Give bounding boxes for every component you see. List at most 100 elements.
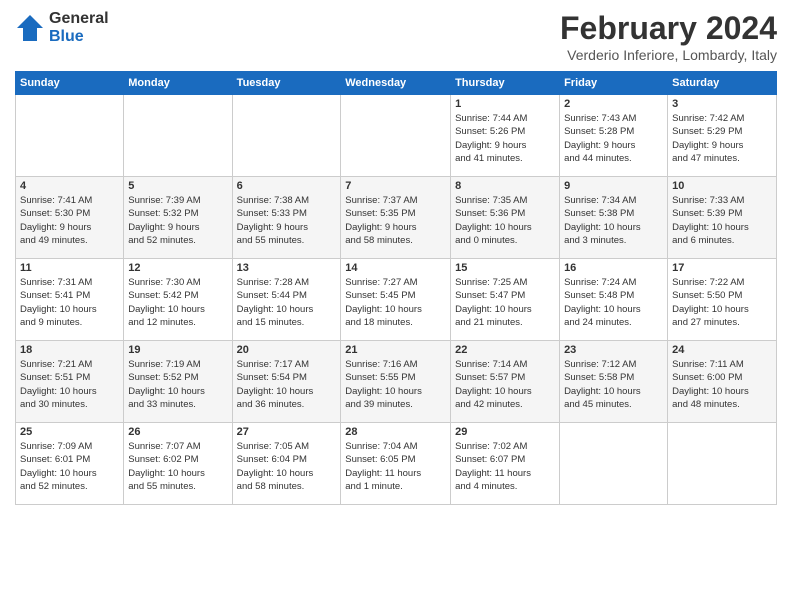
week-row-2: 11 Sunrise: 7:31 AMSunset: 5:41 PMDayligh… bbox=[16, 259, 777, 341]
day-cell: 12 Sunrise: 7:30 AMSunset: 5:42 PMDayligh… bbox=[124, 259, 232, 341]
day-info: Sunrise: 7:41 AMSunset: 5:30 PMDaylight:… bbox=[20, 194, 119, 247]
day-number: 23 bbox=[564, 344, 663, 356]
page: General Blue February 2024 Verderio Infe… bbox=[0, 0, 792, 612]
day-number: 15 bbox=[455, 262, 555, 274]
day-number: 20 bbox=[237, 344, 337, 356]
day-cell: 11 Sunrise: 7:31 AMSunset: 5:41 PMDayligh… bbox=[16, 259, 124, 341]
day-cell: 21Sunrise: 7:16 AMSunset: 5:55 PMDayligh… bbox=[341, 341, 451, 423]
day-info: Sunrise: 7:31 AMSunset: 5:41 PMDaylight:… bbox=[20, 276, 119, 329]
main-title: February 2024 bbox=[560, 10, 777, 47]
header-tuesday: Tuesday bbox=[232, 72, 341, 95]
day-number: 22 bbox=[455, 344, 555, 356]
day-number: 17 bbox=[672, 262, 772, 274]
day-number: 27 bbox=[237, 426, 337, 438]
day-info: Sunrise: 7:33 AMSunset: 5:39 PMDaylight:… bbox=[672, 194, 772, 247]
calendar-header: SundayMondayTuesdayWednesdayThursdayFrid… bbox=[16, 72, 777, 95]
day-number: 2 bbox=[564, 98, 663, 110]
day-info: Sunrise: 7:34 AMSunset: 5:38 PMDaylight:… bbox=[564, 194, 663, 247]
day-info: Sunrise: 7:42 AMSunset: 5:29 PMDaylight:… bbox=[672, 112, 772, 165]
day-number: 9 bbox=[564, 180, 663, 192]
day-info: Sunrise: 7:05 AMSunset: 6:04 PMDaylight:… bbox=[237, 440, 337, 493]
day-cell bbox=[341, 95, 451, 177]
week-row-4: 25Sunrise: 7:09 AMSunset: 6:01 PMDayligh… bbox=[16, 423, 777, 505]
day-info: Sunrise: 7:22 AMSunset: 5:50 PMDaylight:… bbox=[672, 276, 772, 329]
header-row: SundayMondayTuesdayWednesdayThursdayFrid… bbox=[16, 72, 777, 95]
header-thursday: Thursday bbox=[451, 72, 560, 95]
day-info: Sunrise: 7:37 AMSunset: 5:35 PMDaylight:… bbox=[345, 194, 446, 247]
day-cell: 24 Sunrise: 7:11 AMSunset: 6:00 PMDayligh… bbox=[668, 341, 777, 423]
day-info: Sunrise: 7:35 AMSunset: 5:36 PMDaylight:… bbox=[455, 194, 555, 247]
day-cell: 14Sunrise: 7:27 AMSunset: 5:45 PMDayligh… bbox=[341, 259, 451, 341]
day-cell: 7Sunrise: 7:37 AMSunset: 5:35 PMDaylight… bbox=[341, 177, 451, 259]
logo-general: General bbox=[49, 10, 109, 28]
day-cell: 28Sunrise: 7:04 AMSunset: 6:05 PMDayligh… bbox=[341, 423, 451, 505]
day-cell: 23 Sunrise: 7:12 AMSunset: 5:58 PMDayligh… bbox=[560, 341, 668, 423]
day-info: Sunrise: 7:30 AMSunset: 5:42 PMDaylight:… bbox=[128, 276, 227, 329]
day-cell: 27 Sunrise: 7:05 AMSunset: 6:04 PMDayligh… bbox=[232, 423, 341, 505]
day-info: Sunrise: 7:11 AMSunset: 6:00 PMDaylight:… bbox=[672, 358, 772, 411]
week-row-1: 4 Sunrise: 7:41 AMSunset: 5:30 PMDaylight… bbox=[16, 177, 777, 259]
day-cell bbox=[124, 95, 232, 177]
day-info: Sunrise: 7:19 AMSunset: 5:52 PMDaylight:… bbox=[128, 358, 227, 411]
week-row-3: 18 Sunrise: 7:21 AMSunset: 5:51 PMDayligh… bbox=[16, 341, 777, 423]
calendar-body: 1Sunrise: 7:44 AMSunset: 5:26 PMDaylight… bbox=[16, 95, 777, 505]
day-info: Sunrise: 7:28 AMSunset: 5:44 PMDaylight:… bbox=[237, 276, 337, 329]
day-cell: 13Sunrise: 7:28 AMSunset: 5:44 PMDayligh… bbox=[232, 259, 341, 341]
day-cell bbox=[560, 423, 668, 505]
logo: General Blue bbox=[15, 10, 109, 45]
header-sunday: Sunday bbox=[16, 72, 124, 95]
day-number: 26 bbox=[128, 426, 227, 438]
day-number: 5 bbox=[128, 180, 227, 192]
day-info: Sunrise: 7:14 AMSunset: 5:57 PMDaylight:… bbox=[455, 358, 555, 411]
header-saturday: Saturday bbox=[668, 72, 777, 95]
day-number: 18 bbox=[20, 344, 119, 356]
day-cell: 25Sunrise: 7:09 AMSunset: 6:01 PMDayligh… bbox=[16, 423, 124, 505]
header-friday: Friday bbox=[560, 72, 668, 95]
logo-blue: Blue bbox=[49, 28, 109, 46]
calendar-table: SundayMondayTuesdayWednesdayThursdayFrid… bbox=[15, 71, 777, 505]
day-info: Sunrise: 7:43 AMSunset: 5:28 PMDaylight:… bbox=[564, 112, 663, 165]
day-cell: 22 Sunrise: 7:14 AMSunset: 5:57 PMDayligh… bbox=[451, 341, 560, 423]
day-cell: 26 Sunrise: 7:07 AMSunset: 6:02 PMDayligh… bbox=[124, 423, 232, 505]
day-cell: 5Sunrise: 7:39 AMSunset: 5:32 PMDaylight… bbox=[124, 177, 232, 259]
day-cell: 15 Sunrise: 7:25 AMSunset: 5:47 PMDayligh… bbox=[451, 259, 560, 341]
day-cell: 2 Sunrise: 7:43 AMSunset: 5:28 PMDaylight… bbox=[560, 95, 668, 177]
day-cell: 3 Sunrise: 7:42 AMSunset: 5:29 PMDaylight… bbox=[668, 95, 777, 177]
day-cell: 10Sunrise: 7:33 AMSunset: 5:39 PMDayligh… bbox=[668, 177, 777, 259]
day-cell: 17 Sunrise: 7:22 AMSunset: 5:50 PMDayligh… bbox=[668, 259, 777, 341]
day-info: Sunrise: 7:21 AMSunset: 5:51 PMDaylight:… bbox=[20, 358, 119, 411]
day-number: 11 bbox=[20, 262, 119, 274]
logo-text: General Blue bbox=[49, 10, 109, 45]
day-info: Sunrise: 7:04 AMSunset: 6:05 PMDaylight:… bbox=[345, 440, 446, 493]
day-info: Sunrise: 7:44 AMSunset: 5:26 PMDaylight:… bbox=[455, 112, 555, 165]
day-cell: 20 Sunrise: 7:17 AMSunset: 5:54 PMDayligh… bbox=[232, 341, 341, 423]
day-cell: 4 Sunrise: 7:41 AMSunset: 5:30 PMDaylight… bbox=[16, 177, 124, 259]
day-number: 14 bbox=[345, 262, 446, 274]
header-monday: Monday bbox=[124, 72, 232, 95]
day-number: 29 bbox=[455, 426, 555, 438]
day-number: 6 bbox=[237, 180, 337, 192]
day-info: Sunrise: 7:38 AMSunset: 5:33 PMDaylight:… bbox=[237, 194, 337, 247]
day-cell: 8 Sunrise: 7:35 AMSunset: 5:36 PMDaylight… bbox=[451, 177, 560, 259]
day-info: Sunrise: 7:07 AMSunset: 6:02 PMDaylight:… bbox=[128, 440, 227, 493]
day-number: 8 bbox=[455, 180, 555, 192]
day-cell: 1Sunrise: 7:44 AMSunset: 5:26 PMDaylight… bbox=[451, 95, 560, 177]
week-row-0: 1Sunrise: 7:44 AMSunset: 5:26 PMDaylight… bbox=[16, 95, 777, 177]
day-number: 21 bbox=[345, 344, 446, 356]
day-cell: 16Sunrise: 7:24 AMSunset: 5:48 PMDayligh… bbox=[560, 259, 668, 341]
day-number: 25 bbox=[20, 426, 119, 438]
day-cell: 29 Sunrise: 7:02 AMSunset: 6:07 PMDayligh… bbox=[451, 423, 560, 505]
day-info: Sunrise: 7:12 AMSunset: 5:58 PMDaylight:… bbox=[564, 358, 663, 411]
day-cell bbox=[232, 95, 341, 177]
day-number: 24 bbox=[672, 344, 772, 356]
day-info: Sunrise: 7:25 AMSunset: 5:47 PMDaylight:… bbox=[455, 276, 555, 329]
day-number: 4 bbox=[20, 180, 119, 192]
day-number: 16 bbox=[564, 262, 663, 274]
day-number: 19 bbox=[128, 344, 227, 356]
day-info: Sunrise: 7:02 AMSunset: 6:07 PMDaylight:… bbox=[455, 440, 555, 493]
day-number: 12 bbox=[128, 262, 227, 274]
day-cell: 9 Sunrise: 7:34 AMSunset: 5:38 PMDaylight… bbox=[560, 177, 668, 259]
sub-title: Verderio Inferiore, Lombardy, Italy bbox=[560, 47, 777, 63]
day-info: Sunrise: 7:17 AMSunset: 5:54 PMDaylight:… bbox=[237, 358, 337, 411]
day-number: 3 bbox=[672, 98, 772, 110]
